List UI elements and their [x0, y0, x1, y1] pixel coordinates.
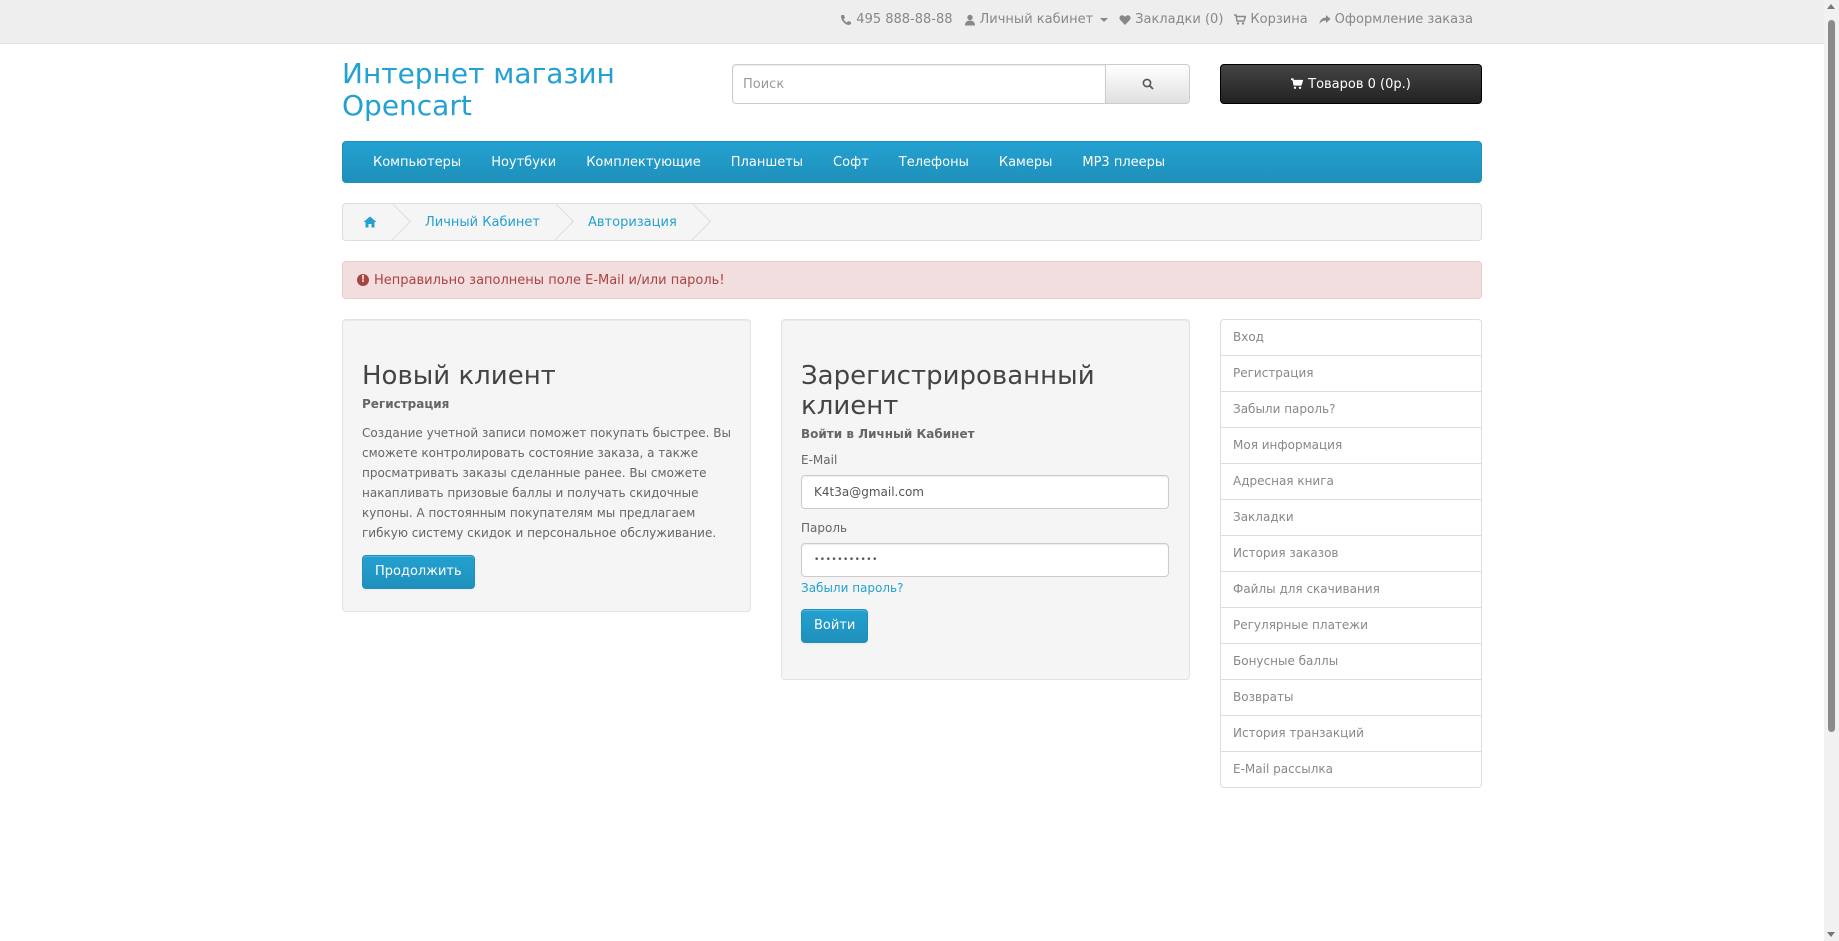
- sidebar-item-recurring[interactable]: Регулярные платежи: [1220, 607, 1482, 644]
- new-client-panel: Новый клиент Регистрация Создание учетно…: [342, 319, 751, 612]
- cart-icon: [1291, 78, 1304, 90]
- email-field[interactable]: K4t3a@gmail.com: [801, 475, 1169, 509]
- store-logo[interactable]: Интернет магазин Opencart: [342, 58, 642, 122]
- alert-text: Неправильно заполнены поле E-Mail и/или …: [374, 272, 725, 288]
- checkout-text: Оформление заказа: [1334, 12, 1473, 27]
- sidebar-item-transactions[interactable]: История транзакций: [1220, 715, 1482, 752]
- menu-item-cameras[interactable]: Камеры: [984, 155, 1068, 170]
- cart-button[interactable]: Товаров 0 (0р.): [1220, 64, 1482, 104]
- sidebar-item-my-info[interactable]: Моя информация: [1220, 427, 1482, 464]
- sidebar-item-wishlist[interactable]: Закладки: [1220, 499, 1482, 536]
- menu-item-computers[interactable]: Компьютеры: [358, 155, 476, 170]
- account-dropdown[interactable]: Личный кабинет: [964, 12, 1109, 27]
- heart-icon: [1119, 14, 1131, 26]
- sidebar-item-reward-points[interactable]: Бонусные баллы: [1220, 643, 1482, 680]
- search-button[interactable]: [1105, 64, 1190, 104]
- sidebar-item-newsletter[interactable]: E-Mail рассылка: [1220, 751, 1482, 788]
- menu-item-phones[interactable]: Телефоны: [884, 155, 984, 170]
- sidebar-item-register[interactable]: Регистрация: [1220, 355, 1482, 392]
- menu-item-laptops[interactable]: Ноутбуки: [476, 155, 571, 170]
- cart-icon: [1234, 13, 1247, 26]
- scrollbar-thumb[interactable]: [1828, 20, 1835, 732]
- home-icon: [363, 216, 377, 228]
- exclamation-circle-icon: !: [357, 274, 369, 286]
- wishlist-link[interactable]: Закладки (0): [1119, 12, 1223, 27]
- phone-text: 495 888-88-88: [856, 12, 953, 27]
- email-label: E-Mail: [801, 453, 838, 467]
- password-label: Пароль: [801, 521, 848, 535]
- page-scrollbar[interactable]: [1824, 0, 1839, 941]
- sidebar-item-login[interactable]: Вход: [1220, 319, 1482, 356]
- wishlist-text: Закладки (0): [1135, 12, 1224, 27]
- login-button[interactable]: Войти: [801, 609, 869, 643]
- returning-client-title: Зарегистрированный клиент: [801, 361, 1095, 421]
- sidebar-item-downloads[interactable]: Файлы для скачивания: [1220, 571, 1482, 608]
- phone-icon: [840, 14, 852, 26]
- sidebar-item-returns[interactable]: Возвраты: [1220, 679, 1482, 716]
- continue-button[interactable]: Продолжить: [362, 555, 475, 589]
- new-client-description: Создание учетной записи поможет покупать…: [362, 426, 731, 540]
- search-input[interactable]: [732, 64, 1105, 104]
- new-client-title: Новый клиент: [362, 361, 556, 391]
- new-client-subtitle: Регистрация: [362, 397, 450, 411]
- main-menu: Компьютеры Ноутбуки Комплектующие Планше…: [342, 141, 1482, 183]
- phone-link[interactable]: 495 888-88-88: [840, 12, 953, 27]
- account-text: Личный кабинет: [979, 12, 1094, 27]
- breadcrumb-account[interactable]: Личный Кабинет: [397, 204, 560, 240]
- user-icon: [964, 14, 976, 26]
- search-icon: [1142, 78, 1154, 90]
- account-sidebar: Вход Регистрация Забыли пароль? Моя инфо…: [1220, 319, 1482, 788]
- chevron-down-icon: [1100, 17, 1109, 22]
- cart-link[interactable]: Корзина: [1234, 12, 1308, 27]
- scroll-down-icon[interactable]: [1827, 932, 1835, 937]
- checkout-link[interactable]: Оформление заказа: [1319, 12, 1473, 27]
- search-bar: [732, 64, 1190, 104]
- sidebar-item-address-book[interactable]: Адресная книга: [1220, 463, 1482, 500]
- menu-item-components[interactable]: Комплектующие: [571, 155, 716, 170]
- breadcrumb-login[interactable]: Авторизация: [560, 204, 697, 240]
- breadcrumb-account-label: Личный Кабинет: [425, 214, 540, 230]
- password-field[interactable]: •••••••••••: [801, 543, 1169, 577]
- forgot-password-link[interactable]: Забыли пароль?: [801, 581, 1170, 595]
- menu-item-tablets[interactable]: Планшеты: [716, 155, 818, 170]
- error-alert: ! Неправильно заполнены поле E-Mail и/ил…: [342, 261, 1482, 299]
- breadcrumb-login-label: Авторизация: [587, 214, 677, 230]
- sidebar-item-forgotten[interactable]: Забыли пароль?: [1220, 391, 1482, 428]
- top-links: 495 888-88-88 Личный кабинет Закладки (0…: [840, 12, 1473, 27]
- cart-button-label: Товаров 0 (0р.): [1308, 76, 1411, 92]
- breadcrumb: Личный Кабинет Авторизация: [342, 203, 1482, 241]
- top-bar: 495 888-88-88 Личный кабинет Закладки (0…: [0, 0, 1824, 44]
- menu-item-software[interactable]: Софт: [818, 155, 884, 170]
- breadcrumb-home[interactable]: [343, 204, 397, 240]
- share-icon: [1319, 14, 1331, 26]
- menu-item-mp3[interactable]: MP3 плееры: [1067, 155, 1180, 170]
- cart-text: Корзина: [1250, 12, 1308, 27]
- scroll-up-icon[interactable]: [1827, 4, 1835, 9]
- returning-client-subtitle: Войти в Личный Кабинет: [801, 427, 975, 441]
- sidebar-item-order-history[interactable]: История заказов: [1220, 535, 1482, 572]
- returning-client-panel: Зарегистрированный клиент Войти в Личный…: [781, 319, 1190, 680]
